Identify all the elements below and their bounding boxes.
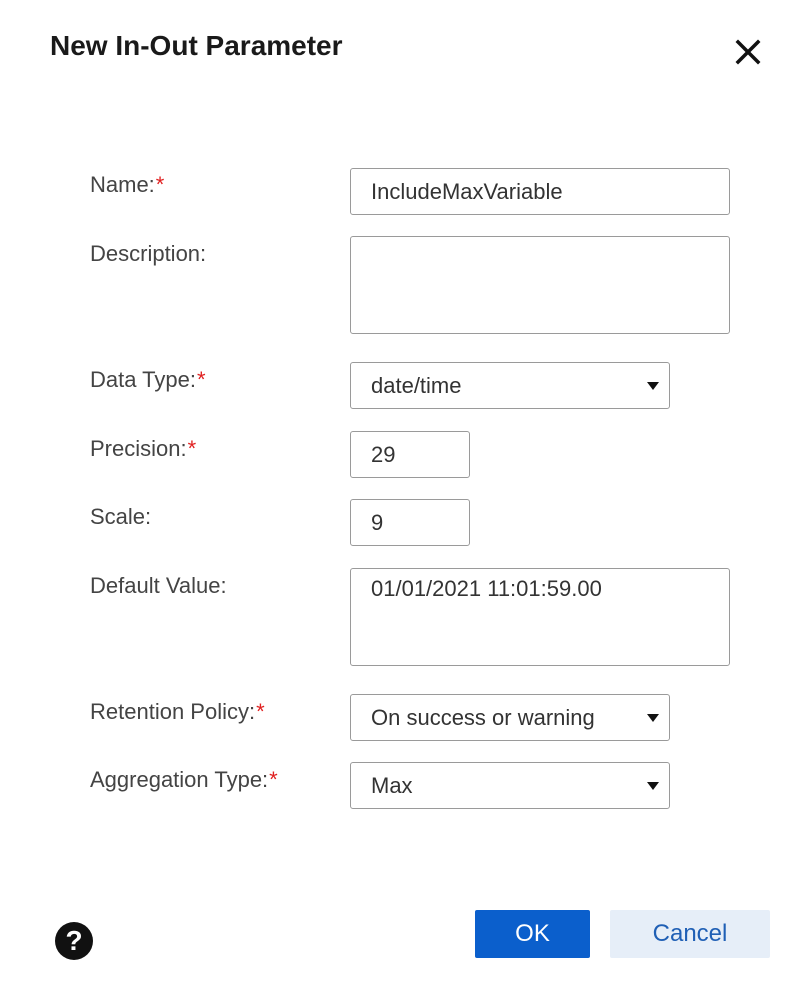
retention-policy-label: Retention Policy:* bbox=[90, 699, 265, 725]
data-type-select[interactable]: date/time bbox=[350, 362, 670, 409]
data-type-label: Data Type:* bbox=[90, 367, 206, 393]
close-button[interactable] bbox=[728, 32, 768, 72]
caret-down-icon bbox=[647, 714, 659, 722]
description-label-text: Description: bbox=[90, 241, 207, 266]
aggregation-type-label: Aggregation Type:* bbox=[90, 767, 278, 793]
scale-input[interactable]: 9 bbox=[350, 499, 470, 546]
default-value-label-text: Default Value: bbox=[90, 573, 227, 598]
aggregation-type-required-marker: * bbox=[269, 767, 278, 792]
cancel-button[interactable]: Cancel bbox=[610, 910, 770, 958]
help-icon[interactable]: ? bbox=[55, 922, 93, 960]
aggregation-type-label-text: Aggregation Type: bbox=[90, 767, 269, 792]
precision-required-marker: * bbox=[187, 436, 197, 461]
precision-label: Precision:* bbox=[90, 436, 196, 462]
name-label: Name:* bbox=[90, 172, 164, 198]
retention-policy-select[interactable]: On success or warning bbox=[350, 694, 670, 741]
retention-policy-select-value: On success or warning bbox=[371, 705, 595, 730]
description-label: Description: bbox=[90, 241, 206, 267]
scale-label-text: Scale: bbox=[90, 504, 152, 529]
default-value-textarea[interactable]: 01/01/2021 11:01:59.00 bbox=[350, 568, 730, 666]
name-required-marker: * bbox=[155, 172, 165, 197]
data-type-label-text: Data Type: bbox=[90, 367, 196, 392]
new-in-out-parameter-dialog: New In-Out Parameter Name:* IncludeMaxVa… bbox=[0, 0, 804, 990]
retention-policy-required-marker: * bbox=[256, 699, 265, 724]
precision-label-text: Precision: bbox=[90, 436, 187, 461]
description-textarea[interactable] bbox=[350, 236, 730, 334]
ok-button[interactable]: OK bbox=[475, 910, 590, 958]
caret-down-icon bbox=[647, 782, 659, 790]
name-input[interactable]: IncludeMaxVariable bbox=[350, 168, 730, 215]
data-type-select-value: date/time bbox=[371, 373, 462, 398]
aggregation-type-select[interactable]: Max bbox=[350, 762, 670, 809]
name-input-value: IncludeMaxVariable bbox=[371, 179, 563, 204]
default-value-textarea-value: 01/01/2021 11:01:59.00 bbox=[371, 576, 602, 601]
default-value-label: Default Value: bbox=[90, 573, 227, 599]
dialog-title: New In-Out Parameter bbox=[50, 30, 343, 61]
scale-label: Scale: bbox=[90, 504, 151, 530]
scale-input-value: 9 bbox=[371, 510, 384, 535]
precision-input[interactable]: 29 bbox=[350, 431, 470, 478]
name-label-text: Name: bbox=[90, 172, 155, 197]
precision-input-value: 29 bbox=[371, 442, 396, 467]
caret-down-icon bbox=[647, 382, 659, 390]
data-type-required-marker: * bbox=[197, 367, 206, 392]
aggregation-type-select-value: Max bbox=[371, 773, 413, 798]
retention-policy-label-text: Retention Policy: bbox=[90, 699, 256, 724]
close-icon[interactable] bbox=[728, 32, 768, 72]
